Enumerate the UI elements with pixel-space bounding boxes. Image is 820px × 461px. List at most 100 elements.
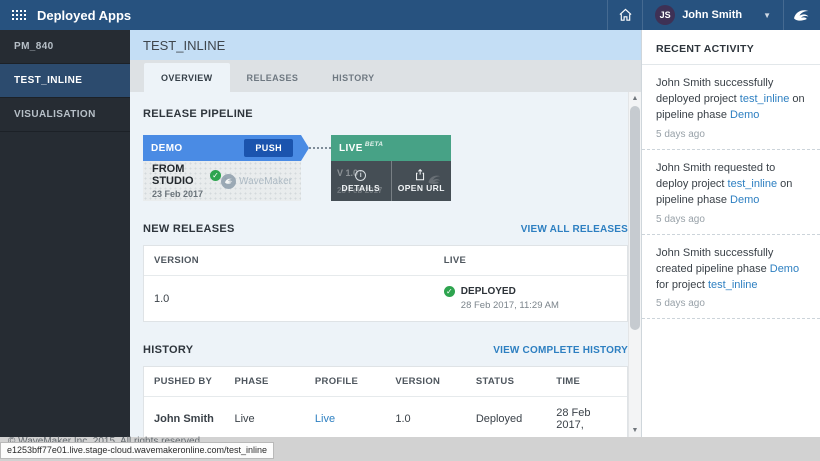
release-pipeline-title: RELEASE PIPELINE xyxy=(143,108,253,120)
apps-grid-icon[interactable] xyxy=(12,10,26,21)
overview-content: RELEASE PIPELINE DEMO PUSH FROM STUDIO ✓ xyxy=(130,92,641,437)
new-releases-table-header: VERSION LIVE xyxy=(144,246,627,276)
table-row: John Smith Live Live 1.0 Deployed 28 Feb… xyxy=(144,397,627,441)
activity-link[interactable]: test_inline xyxy=(728,178,778,190)
deployed-time: 28 Feb 2017, 11:29 AM xyxy=(461,300,559,311)
new-releases-table: VERSION LIVE 1.0 ✓ DEPLOYED 28 Feb 2017,… xyxy=(143,245,628,322)
demo-phase-label: DEMO xyxy=(151,143,183,154)
top-bar-left: Deployed Apps xyxy=(0,8,130,23)
open-external-icon xyxy=(415,169,427,181)
pipeline-card-live: LIVE BETA V 1.0 28 Feb 2017 i DETAILS xyxy=(331,135,451,201)
history-header: HISTORY VIEW COMPLETE HISTORY xyxy=(130,344,641,356)
deployed-check-icon: ✓ xyxy=(444,286,455,297)
demo-card-header: DEMO PUSH xyxy=(143,135,301,161)
sidebar-item-pm-840[interactable]: PM_840 xyxy=(0,30,130,64)
activity-link[interactable]: test_inline xyxy=(740,93,790,105)
scroll-down-icon[interactable]: ▼ xyxy=(629,424,641,437)
history-phase: Live xyxy=(224,403,304,435)
history-version: 1.0 xyxy=(385,403,465,435)
activity-timestamp: 5 days ago xyxy=(656,129,806,140)
wavemaker-brand-text: WaveMaker xyxy=(239,176,292,187)
tab-releases[interactable]: RELEASES xyxy=(230,63,316,92)
history-time: 28 Feb 2017, xyxy=(546,397,626,441)
check-circle-icon: ✓ xyxy=(210,170,221,181)
tab-bar: OVERVIEW RELEASES HISTORY xyxy=(130,60,641,92)
app-title: Deployed Apps xyxy=(37,8,131,23)
open-url-button[interactable]: OPEN URL xyxy=(391,161,452,201)
scroll-up-icon[interactable]: ▲ xyxy=(629,92,641,105)
activity-timestamp: 5 days ago xyxy=(656,298,806,309)
activity-text: John Smith requested to deploy project t… xyxy=(656,161,806,209)
column-pushed-by: PUSHED BY xyxy=(144,367,224,396)
page-title: TEST_INLINE xyxy=(130,30,641,60)
new-releases-title: NEW RELEASES xyxy=(143,223,235,235)
pipeline-card-demo: DEMO PUSH FROM STUDIO ✓ 23 Feb 2017 xyxy=(143,135,301,201)
column-profile: PROFILE xyxy=(305,367,385,396)
status-url: e1253bff77e01.live.stage-cloud.wavemaker… xyxy=(0,442,274,459)
history-table-header: PUSHED BY PHASE PROFILE VERSION STATUS T… xyxy=(144,367,627,397)
view-all-releases-link[interactable]: VIEW ALL RELEASES xyxy=(521,224,628,235)
footer: © WaveMaker Inc. 2015. All rights reserv… xyxy=(0,437,820,461)
wavemaker-logo[interactable] xyxy=(784,0,820,30)
push-button[interactable]: PUSH xyxy=(244,139,293,157)
demo-card-body: FROM STUDIO ✓ 23 Feb 2017 WaveMaker xyxy=(143,161,301,201)
release-live-status: ✓ DEPLOYED 28 Feb 2017, 11:29 AM xyxy=(434,276,627,321)
activity-link[interactable]: Demo xyxy=(730,109,759,121)
details-label: DETAILS xyxy=(341,183,380,193)
deployed-label: DEPLOYED xyxy=(461,286,559,297)
avatar: JS xyxy=(655,5,675,25)
chevron-down-icon: ▼ xyxy=(763,11,771,20)
vertical-scrollbar[interactable]: ▲ ▼ xyxy=(628,92,641,437)
table-row: 1.0 ✓ DEPLOYED 28 Feb 2017, 11:29 AM xyxy=(144,276,627,321)
column-phase: PHASE xyxy=(224,367,304,396)
activity-text: John Smith successfully created pipeline… xyxy=(656,246,806,294)
open-url-label: OPEN URL xyxy=(398,183,445,193)
activity-text-segment: for project xyxy=(656,279,708,291)
top-bar-right: JS John Smith ▼ xyxy=(607,0,820,30)
live-card-body: V 1.0 28 Feb 2017 i DETAILS xyxy=(331,161,451,201)
history-status: Deployed xyxy=(466,403,546,435)
deployed-apps-screen: Deployed Apps JS John Smith ▼ xyxy=(0,0,820,461)
activity-timestamp: 5 days ago xyxy=(656,214,806,225)
scrollbar-thumb[interactable] xyxy=(630,106,640,330)
sidebar-item-test-inline[interactable]: TEST_INLINE xyxy=(0,64,130,98)
activity-link[interactable]: test_inline xyxy=(708,279,758,291)
activity-item: John Smith requested to deploy project t… xyxy=(642,150,820,235)
demo-deploy-date: 23 Feb 2017 xyxy=(152,189,221,199)
wavemaker-wave-icon xyxy=(221,174,236,189)
details-button[interactable]: i DETAILS xyxy=(331,161,391,201)
home-icon[interactable] xyxy=(608,0,642,30)
beta-badge: BETA xyxy=(365,141,383,148)
history-title: HISTORY xyxy=(143,344,193,356)
release-pipeline-header: RELEASE PIPELINE xyxy=(130,108,641,120)
tab-overview[interactable]: OVERVIEW xyxy=(144,63,230,92)
new-releases-header: NEW RELEASES VIEW ALL RELEASES xyxy=(130,223,641,235)
column-version: VERSION xyxy=(144,246,434,275)
activity-item: John Smith successfully deployed project… xyxy=(642,65,820,150)
sidebar-item-visualisation[interactable]: VISUALISATION xyxy=(0,98,130,132)
user-name: John Smith xyxy=(682,9,742,21)
column-live: LIVE xyxy=(434,246,627,275)
pipeline: DEMO PUSH FROM STUDIO ✓ 23 Feb 2017 xyxy=(130,135,641,201)
live-phase-label: LIVE xyxy=(339,143,363,154)
tab-history[interactable]: HISTORY xyxy=(315,63,391,92)
column-version: VERSION xyxy=(385,367,465,396)
activity-link[interactable]: Demo xyxy=(770,263,799,275)
sidebar: PM_840 TEST_INLINE VISUALISATION xyxy=(0,30,130,437)
history-profile-link[interactable]: Live xyxy=(305,403,385,435)
info-icon: i xyxy=(355,170,366,181)
history-table: PUSHED BY PHASE PROFILE VERSION STATUS T… xyxy=(143,366,628,442)
activity-text-segment: John Smith successfully created pipeline… xyxy=(656,247,773,275)
main-area: TEST_INLINE OVERVIEW RELEASES HISTORY RE… xyxy=(130,30,641,437)
activity-link[interactable]: Demo xyxy=(730,194,759,206)
activity-list: John Smith successfully deployed project… xyxy=(642,65,820,319)
column-time: TIME xyxy=(546,367,626,396)
user-menu[interactable]: JS John Smith ▼ xyxy=(643,0,783,30)
from-studio-label: FROM STUDIO xyxy=(152,163,206,187)
view-complete-history-link[interactable]: VIEW COMPLETE HISTORY xyxy=(493,345,628,356)
activity-text: John Smith successfully deployed project… xyxy=(656,76,806,124)
recent-activity-panel: RECENT ACTIVITY John Smith successfully … xyxy=(641,30,820,437)
top-bar: Deployed Apps JS John Smith ▼ xyxy=(0,0,820,30)
demo-deploy-info: FROM STUDIO ✓ 23 Feb 2017 xyxy=(152,163,221,199)
recent-activity-title: RECENT ACTIVITY xyxy=(642,30,820,65)
